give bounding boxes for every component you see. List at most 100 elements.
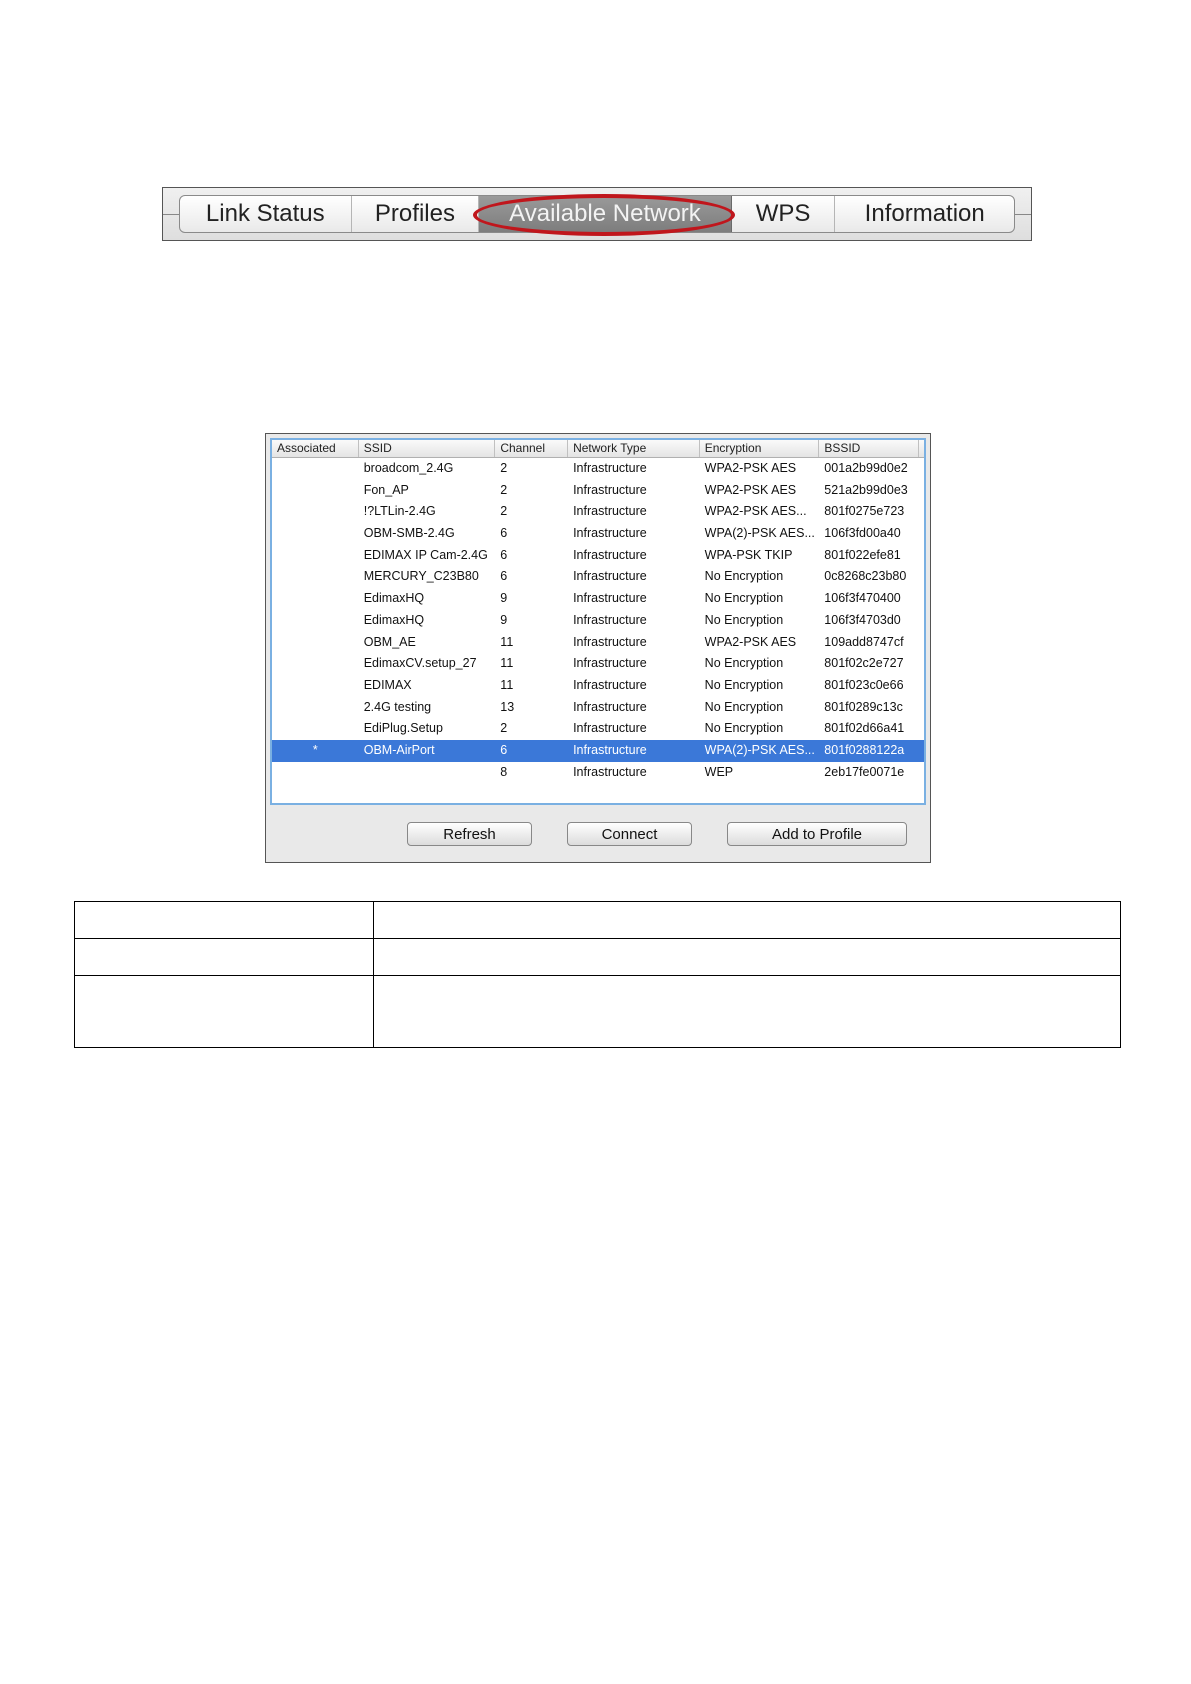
cell-filler [919,762,924,784]
cell-bssid: 801f02c2e727 [824,656,904,671]
cell-ssid: EdimaxHQ [363,612,425,627]
cell-ssid [359,762,496,784]
table-row[interactable]: EdimaxHQ 9 Infrastructure No Encryption 106f… [272,610,924,632]
cell-encryption: WPA(2)-PSK AES... [704,526,815,541]
column-header-encryption[interactable]: Encryption [700,440,820,457]
table-cell [74,975,374,1048]
column-header-bssid[interactable]: BSSID [819,440,919,457]
cell-ssid: OBM_AE [363,634,416,649]
cell-encryption: No Encryption [704,721,784,736]
cell-encryption: No Encryption [704,591,784,606]
cell-network-type: Infrastructure [573,742,647,757]
cell-associated [272,653,359,675]
cell-associated [272,697,359,719]
cell-channel: 13 [500,699,515,714]
cell-channel: 9 [500,612,508,627]
cell-channel: 6 [500,569,508,584]
cell-associated: * [312,742,318,757]
cell-encryption: WEP [704,764,734,779]
tab-profiles[interactable]: Profiles [352,196,480,232]
table-row [74,901,1121,939]
cell-ssid: OBM-AirPort [363,742,435,757]
cell-network-type: Infrastructure [573,504,647,519]
cell-bssid: 106f3f4703d0 [824,612,901,627]
cell-channel: 9 [500,591,508,606]
cell-associated [272,545,359,567]
cell-bssid: 521a2b99d0e3 [824,482,908,497]
network-list[interactable]: Associated SSID Channel Network Type Enc… [270,438,926,805]
cell-associated [272,675,359,697]
column-header-associated[interactable]: Associated [272,440,359,457]
table-row[interactable]: 8 Infrastructure WEP 2eb17fe0071e [272,762,924,784]
cell-network-type: Infrastructure [573,547,647,562]
cell-encryption: WPA(2)-PSK AES... [704,742,815,757]
connect-button[interactable]: Connect [567,822,692,846]
cell-encryption: WPA2-PSK AES [704,482,797,497]
tab-wps[interactable]: WPS [732,196,836,232]
cell-channel: 11 [500,677,514,692]
table-row[interactable]: EDIMAX IP Cam-2.4G 6 Infrastructure WPA-PSK… [272,545,924,567]
cell-bssid: 0c8268c23b80 [824,569,907,584]
cell-associated [272,480,359,502]
cell-ssid: EdimaxCV.setup_27 [363,656,477,671]
table-cell [373,938,1121,976]
table-row[interactable]: Fon_AP 2 Infrastructure WPA2-PSK AES 521a2b9… [272,480,924,502]
cell-filler [919,523,924,545]
cell-channel: 6 [500,526,508,541]
table-row[interactable]: EdiPlug.Setup 2 Infrastructure No Encryptio… [272,718,924,740]
table-row[interactable]: OBM-SMB-2.4G 6 Infrastructure WPA(2)-PSK AE… [272,523,924,545]
column-header-ssid[interactable]: SSID [359,440,496,457]
cell-network-type: Infrastructure [573,634,647,649]
cell-bssid: 801f023c0e66 [824,677,904,692]
cell-encryption: No Encryption [704,677,784,692]
cell-filler [919,610,924,632]
cell-encryption: No Encryption [704,569,784,584]
tab-available-network[interactable]: Available Network [479,196,732,232]
table-row[interactable]: MERCURY_C23B80 6 Infrastructure No Encrypti… [272,566,924,588]
available-network-window: Associated SSID Channel Network Type Enc… [265,433,931,863]
cell-channel: 6 [500,547,508,562]
column-header-network-type[interactable]: Network Type [568,440,700,457]
table-row[interactable]: OBM_AE 11 Infrastructure WPA2-PSK AES 109add… [272,632,924,654]
table-row[interactable]: EdimaxCV.setup_27 11 Infrastructure No Encr… [272,653,924,675]
cell-associated [272,458,359,480]
table-row[interactable]: broadcom_2.4G 2 Infrastructure WPA2-PSK AES… [272,458,924,480]
cell-encryption: No Encryption [704,612,784,627]
cell-bssid: 801f022efe81 [824,547,901,562]
cell-channel: 6 [500,742,508,757]
cell-associated [272,632,359,654]
cell-filler [919,480,924,502]
cell-channel: 11 [500,634,514,649]
tab-information[interactable]: Information [835,196,1014,232]
column-header-channel[interactable]: Channel [495,440,569,457]
cell-ssid: EdiPlug.Setup [363,721,443,736]
table-row[interactable]: !?LTLin-2.4G 2 Infrastructure WPA2-PSK AES.… [272,501,924,523]
table-row[interactable]: EDIMAX 11 Infrastructure No Encryption 801f0… [272,675,924,697]
table-row [74,938,1121,976]
cell-encryption: No Encryption [704,656,784,671]
network-list-body: broadcom_2.4G 2 Infrastructure WPA2-PSK AES… [272,458,924,783]
description-table [74,901,1121,1048]
cell-ssid: 2.4G testing [363,699,432,714]
cell-ssid: broadcom_2.4G [363,461,454,475]
cell-bssid: 001a2b99d0e2 [824,461,908,475]
cell-bssid: 2eb17fe0071e [824,764,905,779]
refresh-button[interactable]: Refresh [407,822,532,846]
cell-ssid: !?LTLin-2.4G [363,504,436,519]
tab-link-status[interactable]: Link Status [180,196,352,232]
cell-network-type: Infrastructure [573,461,647,475]
tab-bar-panel: Link Status Profiles Available Network W… [162,187,1032,241]
table-row[interactable]: * OBM-AirPort 6 Infrastructure WPA(2)-PSK AE… [272,739,924,762]
table-row[interactable]: 2.4G testing 13 Infrastructure No Encryptio… [272,697,924,719]
cell-associated [272,588,359,610]
cell-bssid: 106f3fd00a40 [824,526,901,541]
cell-ssid: OBM-SMB-2.4G [363,526,455,541]
add-to-profile-button[interactable]: Add to Profile [727,822,907,846]
cell-filler [919,545,924,567]
cell-encryption: No Encryption [704,699,784,714]
table-row[interactable]: EdimaxHQ 9 Infrastructure No Encryption 106f… [272,588,924,610]
cell-bssid: 801f0275e723 [824,504,905,519]
table-cell [373,901,1121,939]
cell-network-type: Infrastructure [573,764,647,779]
table-cell [74,938,374,976]
